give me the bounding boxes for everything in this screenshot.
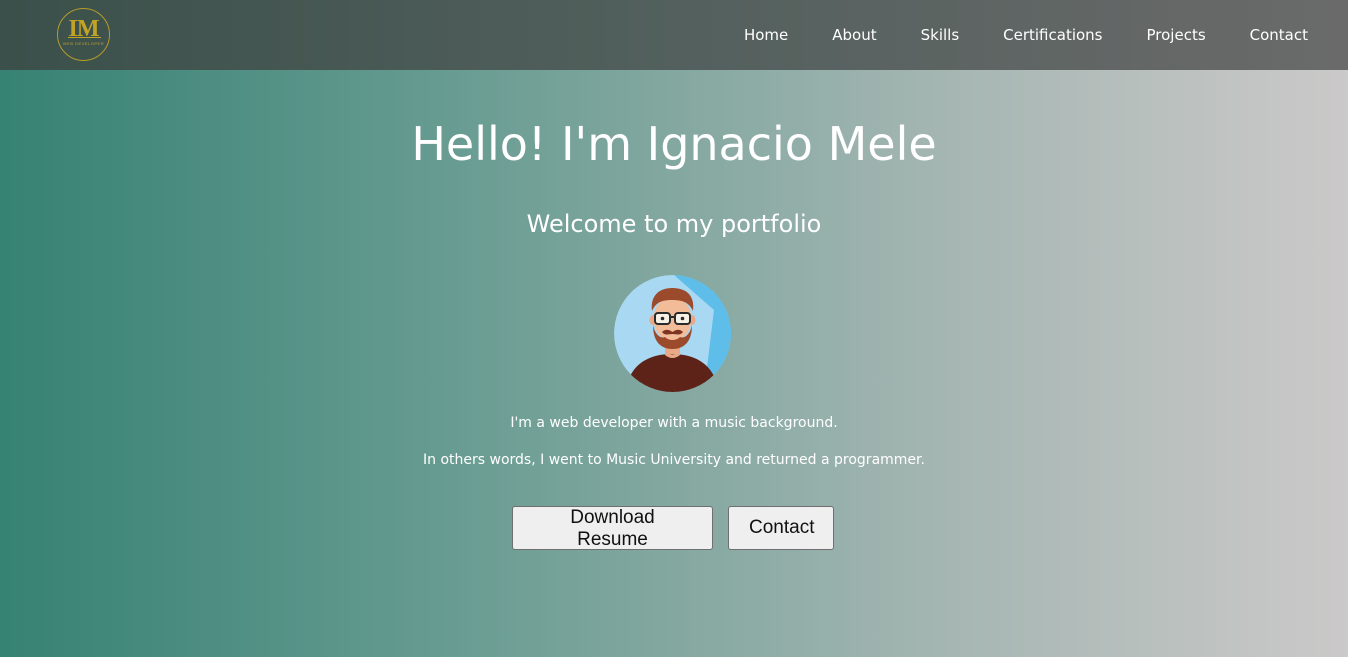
download-resume-button[interactable]: Download Resume <box>512 506 713 550</box>
nav-link-home[interactable]: Home <box>744 26 788 44</box>
nav-link-contact[interactable]: Contact <box>1250 26 1308 44</box>
hero-actions: Download Resume Contact <box>0 506 1348 550</box>
main-nav: Home About Skills Certifications Project… <box>700 0 1308 70</box>
navbar: IM WEB DEVELOPER Home About Skills Certi… <box>0 0 1348 70</box>
avatar <box>614 275 731 392</box>
hero-subtitle: Welcome to my portfolio <box>526 210 822 238</box>
contact-button[interactable]: Contact <box>728 506 834 550</box>
nav-link-projects[interactable]: Projects <box>1147 26 1206 44</box>
logo-subtitle: WEB DEVELOPER <box>62 41 105 46</box>
bio-line-1: I'm a web developer with a music backgro… <box>510 415 838 431</box>
site-logo[interactable]: IM WEB DEVELOPER <box>57 8 110 61</box>
bio-line-2: In others words, I went to Music Univers… <box>423 452 925 468</box>
nav-link-about[interactable]: About <box>832 26 876 44</box>
nav-link-certifications[interactable]: Certifications <box>1003 26 1102 44</box>
nav-link-skills[interactable]: Skills <box>921 26 960 44</box>
hero-title: Hello! I'm Ignacio Mele <box>411 117 937 171</box>
logo-divider <box>68 37 101 38</box>
